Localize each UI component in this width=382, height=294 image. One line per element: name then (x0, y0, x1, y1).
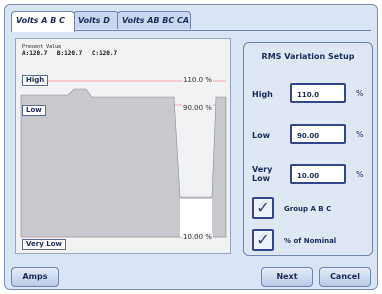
very-low-tag: Very Low (22, 239, 66, 250)
variation-plot: Present Value A:120.7 B:120.7 C:120.7 Hi… (15, 38, 231, 254)
setup-title: RMS Variation Setup (261, 52, 355, 61)
readout-b: B:120.7 (56, 50, 83, 57)
very-low-label-2: Low (252, 174, 270, 183)
low-unit: % (356, 130, 364, 139)
high-label: High (252, 90, 273, 99)
cancel-button[interactable]: Cancel (319, 267, 371, 287)
amps-button[interactable]: Amps (11, 267, 59, 287)
tab-volts-abc[interactable]: Volts A B C (11, 11, 75, 32)
very-low-pct-label: 10.00 % (182, 233, 213, 241)
readout-values: A:120.7 B:120.7 C:120.7 (22, 50, 123, 57)
notch (180, 199, 212, 237)
very-low-input[interactable] (290, 164, 346, 184)
tab-volts-d[interactable]: Volts D (73, 11, 119, 29)
group-abc-label: Group A B C (284, 205, 332, 213)
high-pct-label: 110.0 % (182, 76, 213, 84)
rms-variation-setup: RMS Variation Setup High % Low % Very Lo… (243, 42, 373, 256)
readout-a: A:120.7 (22, 50, 48, 57)
high-tag: High (22, 75, 49, 86)
group-abc-checkbox[interactable]: ✓ (252, 197, 274, 219)
low-input[interactable] (290, 124, 346, 144)
limits-graph (20, 80, 227, 238)
low-label: Low (252, 131, 270, 140)
rms-variation-dialog: Volts A B C Volts D Volts AB BC CA Prese… (4, 4, 378, 290)
low-pct-label: 90.00 % (182, 104, 213, 112)
readout-c: C:120.7 (91, 50, 118, 57)
very-low-label-1: Very (252, 165, 273, 174)
very-low-unit: % (356, 170, 364, 179)
high-unit: % (356, 89, 364, 98)
high-input[interactable] (290, 83, 346, 103)
percent-nominal-checkbox[interactable]: ✓ (252, 229, 274, 251)
tab-volts-ab-bc-ca[interactable]: Volts AB BC CA (117, 11, 191, 29)
next-button[interactable]: Next (261, 267, 313, 287)
low-tag: Low (22, 105, 46, 116)
percent-nominal-label: % of Nominal (284, 237, 337, 245)
